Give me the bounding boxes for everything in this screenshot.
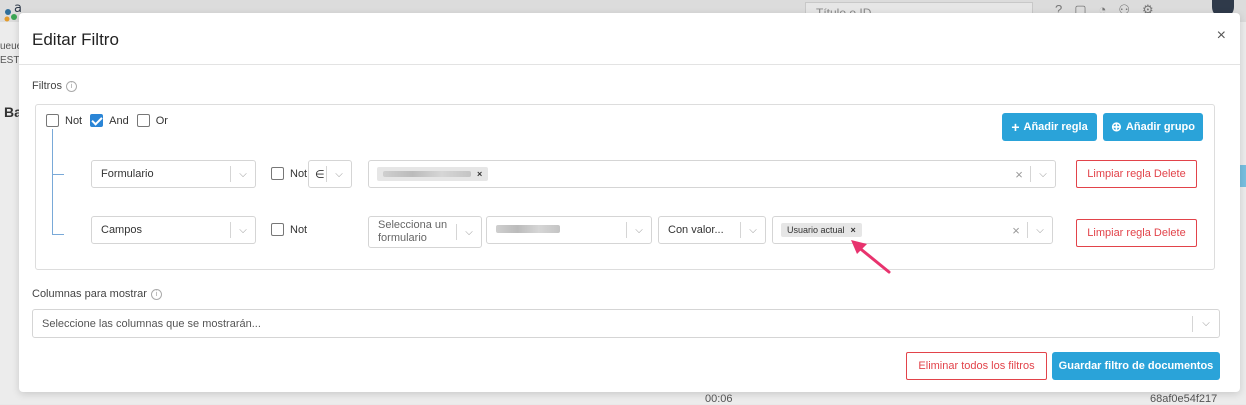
add-group-button[interactable]: ⊕ Añadir grupo bbox=[1103, 113, 1203, 141]
plus-icon: + bbox=[1011, 119, 1020, 135]
rule-field-select[interactable]: Formulario ⌵ bbox=[91, 160, 256, 188]
background-time: 00:06 bbox=[705, 393, 733, 405]
clear-rule-button[interactable]: Limpiar regla Delete bbox=[1076, 160, 1197, 188]
clear-icon[interactable]: × bbox=[1008, 167, 1030, 182]
chevron-down-icon: ⌵ bbox=[1036, 224, 1044, 236]
or-checkbox[interactable] bbox=[136, 114, 150, 127]
field-select[interactable]: ⌵ bbox=[486, 216, 652, 244]
edit-filter-modal: Editar Filtro × Filtros i Not And Or + A… bbox=[19, 13, 1240, 392]
chevron-down-icon: ⌵ bbox=[1202, 318, 1210, 329]
modal-title: Editar Filtro bbox=[32, 30, 119, 49]
filters-label: Filtros i bbox=[32, 80, 77, 92]
clear-rule-button[interactable]: Limpiar regla Delete bbox=[1076, 219, 1197, 247]
add-rule-button[interactable]: + Añadir regla bbox=[1002, 113, 1097, 141]
close-icon[interactable]: × bbox=[1217, 27, 1226, 45]
clear-icon[interactable]: × bbox=[1005, 223, 1027, 238]
chevron-down-icon: ⌵ bbox=[239, 224, 247, 236]
modal-header: Editar Filtro × bbox=[19, 13, 1240, 65]
not-checkbox[interactable] bbox=[46, 114, 59, 127]
rule-not-checkbox[interactable] bbox=[271, 223, 284, 236]
columns-label: Columnas para mostrar i bbox=[32, 288, 162, 300]
redacted-value bbox=[383, 171, 471, 177]
chevron-down-icon: ⌵ bbox=[1039, 168, 1047, 180]
annotation-arrow-icon bbox=[851, 240, 891, 274]
chevron-down-icon: ⌵ bbox=[239, 168, 247, 180]
plus-circle-icon: ⊕ bbox=[1111, 119, 1122, 134]
condition-select[interactable]: Con valor... ⌵ bbox=[658, 216, 766, 244]
rule-operator-select[interactable]: ∈ ⌵ bbox=[308, 160, 352, 188]
chevron-down-icon: ⌵ bbox=[465, 226, 473, 238]
not-label: Not bbox=[65, 114, 83, 127]
save-filter-button[interactable]: Guardar filtro de documentos bbox=[1052, 352, 1220, 380]
rule-value-select[interactable]: × × ⌵ bbox=[368, 160, 1056, 188]
chevron-down-icon: ⌵ bbox=[635, 224, 643, 236]
redacted-value bbox=[496, 225, 560, 233]
info-icon: i bbox=[150, 288, 162, 300]
value-select[interactable]: Usuario actual × × ⌵ bbox=[772, 216, 1053, 244]
remove-tag-icon[interactable]: × bbox=[477, 169, 482, 179]
chevron-down-icon: ⌵ bbox=[335, 168, 343, 180]
columns-select[interactable]: Seleccione las columnas que se mostrarán… bbox=[32, 309, 1220, 338]
and-label: And bbox=[109, 114, 129, 127]
tree-branch bbox=[52, 174, 64, 175]
or-label: Or bbox=[155, 114, 168, 127]
filter-group: Not And Or + Añadir regla ⊕ Añadir grupo… bbox=[35, 104, 1215, 270]
value-tag: × bbox=[377, 167, 489, 181]
form-select[interactable]: Selecciona un formulario ⌵ bbox=[368, 216, 482, 248]
info-icon: i bbox=[65, 80, 77, 92]
and-checkbox[interactable] bbox=[90, 114, 104, 127]
condition-selector: Not And Or bbox=[46, 114, 176, 127]
chevron-down-icon: ⌵ bbox=[749, 224, 757, 236]
tree-branch bbox=[52, 234, 64, 235]
rule-not-checkbox[interactable] bbox=[271, 167, 284, 180]
rule-field-select[interactable]: Campos ⌵ bbox=[91, 216, 256, 244]
remove-all-filters-button[interactable]: Eliminar todos los filtros bbox=[906, 352, 1047, 380]
rule-not-option[interactable]: Not bbox=[271, 223, 307, 236]
rule-not-option[interactable]: Not bbox=[271, 167, 307, 180]
background-id: 68af0e54f217 bbox=[1150, 393, 1218, 405]
tree-line bbox=[52, 129, 53, 235]
